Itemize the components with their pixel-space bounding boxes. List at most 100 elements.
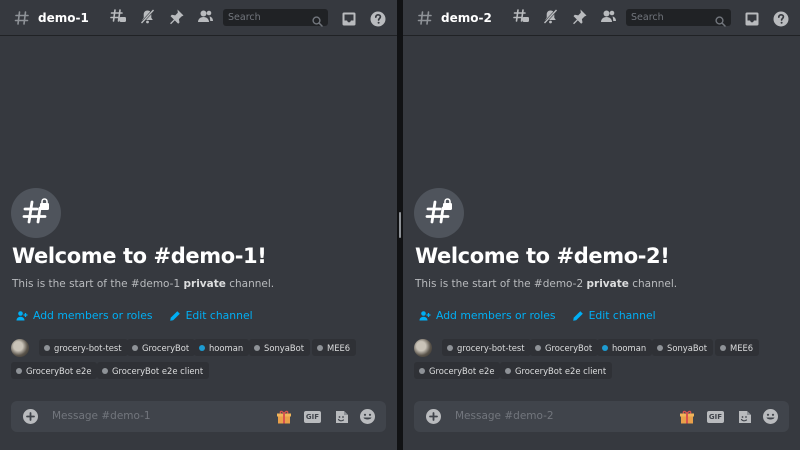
plus-icon[interactable] bbox=[426, 409, 441, 424]
pencil-icon bbox=[572, 310, 584, 322]
member-chip[interactable]: GroceryBot e2e bbox=[414, 362, 501, 379]
gif-label: GIF bbox=[707, 410, 724, 423]
member-name: hooman bbox=[209, 342, 244, 353]
member-chip[interactable]: MEE6 bbox=[715, 339, 760, 356]
status-dot bbox=[535, 344, 541, 351]
add-members-button[interactable]: Add members or roles bbox=[419, 309, 556, 322]
search-icon bbox=[715, 12, 726, 27]
member-name: grocery-bot-test bbox=[54, 342, 122, 353]
channel-header: demo-1 Search bbox=[0, 0, 397, 36]
add-members-label: Add members or roles bbox=[33, 309, 153, 322]
channel-hash-icon bbox=[14, 10, 30, 26]
header-toolbar bbox=[110, 8, 226, 25]
inbox-icon[interactable] bbox=[743, 10, 760, 27]
member-chip[interactable]: MEE6 bbox=[312, 339, 357, 356]
pin-icon[interactable] bbox=[168, 8, 185, 25]
help-icon[interactable] bbox=[772, 10, 789, 27]
member-chip[interactable]: SonyaBot bbox=[249, 339, 310, 356]
status-dot bbox=[44, 344, 50, 351]
welcome-sub-private: private bbox=[586, 278, 629, 290]
plus-icon[interactable] bbox=[23, 409, 38, 424]
channel-actions: Add members or roles Edit channel bbox=[16, 309, 269, 322]
welcome-sub-prefix: This is the start of the #demo-2 bbox=[415, 278, 587, 290]
threads-icon[interactable] bbox=[513, 8, 530, 25]
header-toolbar bbox=[513, 8, 629, 25]
welcome-subtitle: This is the start of the #demo-2 private… bbox=[415, 278, 677, 290]
status-dot bbox=[602, 344, 608, 351]
member-name: GroceryBot e2e client bbox=[112, 365, 204, 376]
edit-channel-label: Edit channel bbox=[588, 309, 656, 322]
search-icon bbox=[312, 12, 323, 27]
edit-channel-button[interactable]: Edit channel bbox=[169, 309, 253, 322]
emoji-icon[interactable] bbox=[359, 408, 376, 425]
member-chip[interactable]: SonyaBot bbox=[652, 339, 713, 356]
threads-icon[interactable] bbox=[110, 8, 127, 25]
search-input[interactable]: Search bbox=[626, 9, 731, 27]
gift-icon[interactable] bbox=[678, 408, 695, 425]
channel-welcome-badge bbox=[414, 188, 464, 238]
member-name: GroceryBot e2e bbox=[26, 365, 92, 376]
channel-title: demo-1 bbox=[38, 10, 89, 25]
status-dot bbox=[317, 344, 323, 351]
welcome-sub-suffix: channel. bbox=[225, 278, 275, 290]
members-icon[interactable] bbox=[600, 8, 617, 25]
member-chip[interactable]: GroceryBot bbox=[530, 339, 599, 356]
resize-handle[interactable] bbox=[399, 212, 401, 238]
gif-icon[interactable]: GIF bbox=[707, 408, 724, 425]
member-chip[interactable]: grocery-bot-test bbox=[442, 339, 531, 356]
add-member-icon bbox=[16, 310, 28, 322]
welcome-sub-prefix: This is the start of the #demo-1 bbox=[12, 278, 184, 290]
members-icon[interactable] bbox=[197, 8, 214, 25]
avatar[interactable] bbox=[414, 339, 432, 357]
member-chip[interactable]: hooman bbox=[597, 339, 653, 356]
status-dot bbox=[16, 367, 22, 374]
edit-channel-label: Edit channel bbox=[185, 309, 253, 322]
add-members-button[interactable]: Add members or roles bbox=[16, 309, 153, 322]
edit-channel-button[interactable]: Edit channel bbox=[572, 309, 656, 322]
channel-pane-demo-1: demo-1 Search Welcome to #demo-1! This i… bbox=[0, 0, 397, 450]
gif-label: GIF bbox=[304, 410, 321, 423]
search-placeholder: Search bbox=[631, 12, 664, 23]
message-input[interactable]: Message #demo-1 bbox=[52, 410, 151, 422]
inbox-icon[interactable] bbox=[340, 10, 357, 27]
status-dot bbox=[132, 344, 138, 351]
channel-header: demo-2 Search bbox=[403, 0, 800, 36]
member-chip[interactable]: GroceryBot e2e client bbox=[500, 362, 613, 379]
member-name: GroceryBot e2e client bbox=[515, 365, 607, 376]
pin-icon[interactable] bbox=[571, 8, 588, 25]
welcome-title: Welcome to #demo-2! bbox=[415, 244, 670, 268]
member-chip[interactable]: hooman bbox=[194, 339, 250, 356]
member-chip[interactable]: GroceryBot bbox=[127, 339, 196, 356]
gift-icon[interactable] bbox=[275, 408, 292, 425]
mute-icon[interactable] bbox=[542, 8, 559, 25]
member-name: SonyaBot bbox=[264, 342, 304, 353]
member-name: GroceryBot bbox=[545, 342, 593, 353]
search-input[interactable]: Search bbox=[223, 9, 328, 27]
member-chip[interactable]: GroceryBot e2e bbox=[11, 362, 98, 379]
help-icon[interactable] bbox=[369, 10, 386, 27]
channel-hash-icon bbox=[417, 10, 433, 26]
status-dot bbox=[199, 344, 205, 351]
member-name: hooman bbox=[612, 342, 647, 353]
mute-icon[interactable] bbox=[139, 8, 156, 25]
member-name: SonyaBot bbox=[667, 342, 707, 353]
hashtag-lock-icon bbox=[424, 196, 454, 230]
message-input[interactable]: Message #demo-2 bbox=[455, 410, 554, 422]
sticker-icon[interactable] bbox=[736, 408, 753, 425]
member-name: grocery-bot-test bbox=[457, 342, 525, 353]
search-placeholder: Search bbox=[228, 12, 261, 23]
avatar[interactable] bbox=[11, 339, 29, 357]
member-chip[interactable]: GroceryBot e2e client bbox=[97, 362, 210, 379]
channel-title: demo-2 bbox=[441, 10, 492, 25]
sticker-icon[interactable] bbox=[333, 408, 350, 425]
channel-actions: Add members or roles Edit channel bbox=[419, 309, 672, 322]
pencil-icon bbox=[169, 310, 181, 322]
message-composer[interactable]: Message #demo-2 GIF bbox=[414, 401, 789, 432]
emoji-icon[interactable] bbox=[762, 408, 779, 425]
welcome-sub-private: private bbox=[183, 278, 226, 290]
message-composer[interactable]: Message #demo-1 GIF bbox=[11, 401, 386, 432]
status-dot bbox=[657, 344, 663, 351]
member-chip[interactable]: grocery-bot-test bbox=[39, 339, 128, 356]
member-name: GroceryBot bbox=[142, 342, 190, 353]
gif-icon[interactable]: GIF bbox=[304, 408, 321, 425]
